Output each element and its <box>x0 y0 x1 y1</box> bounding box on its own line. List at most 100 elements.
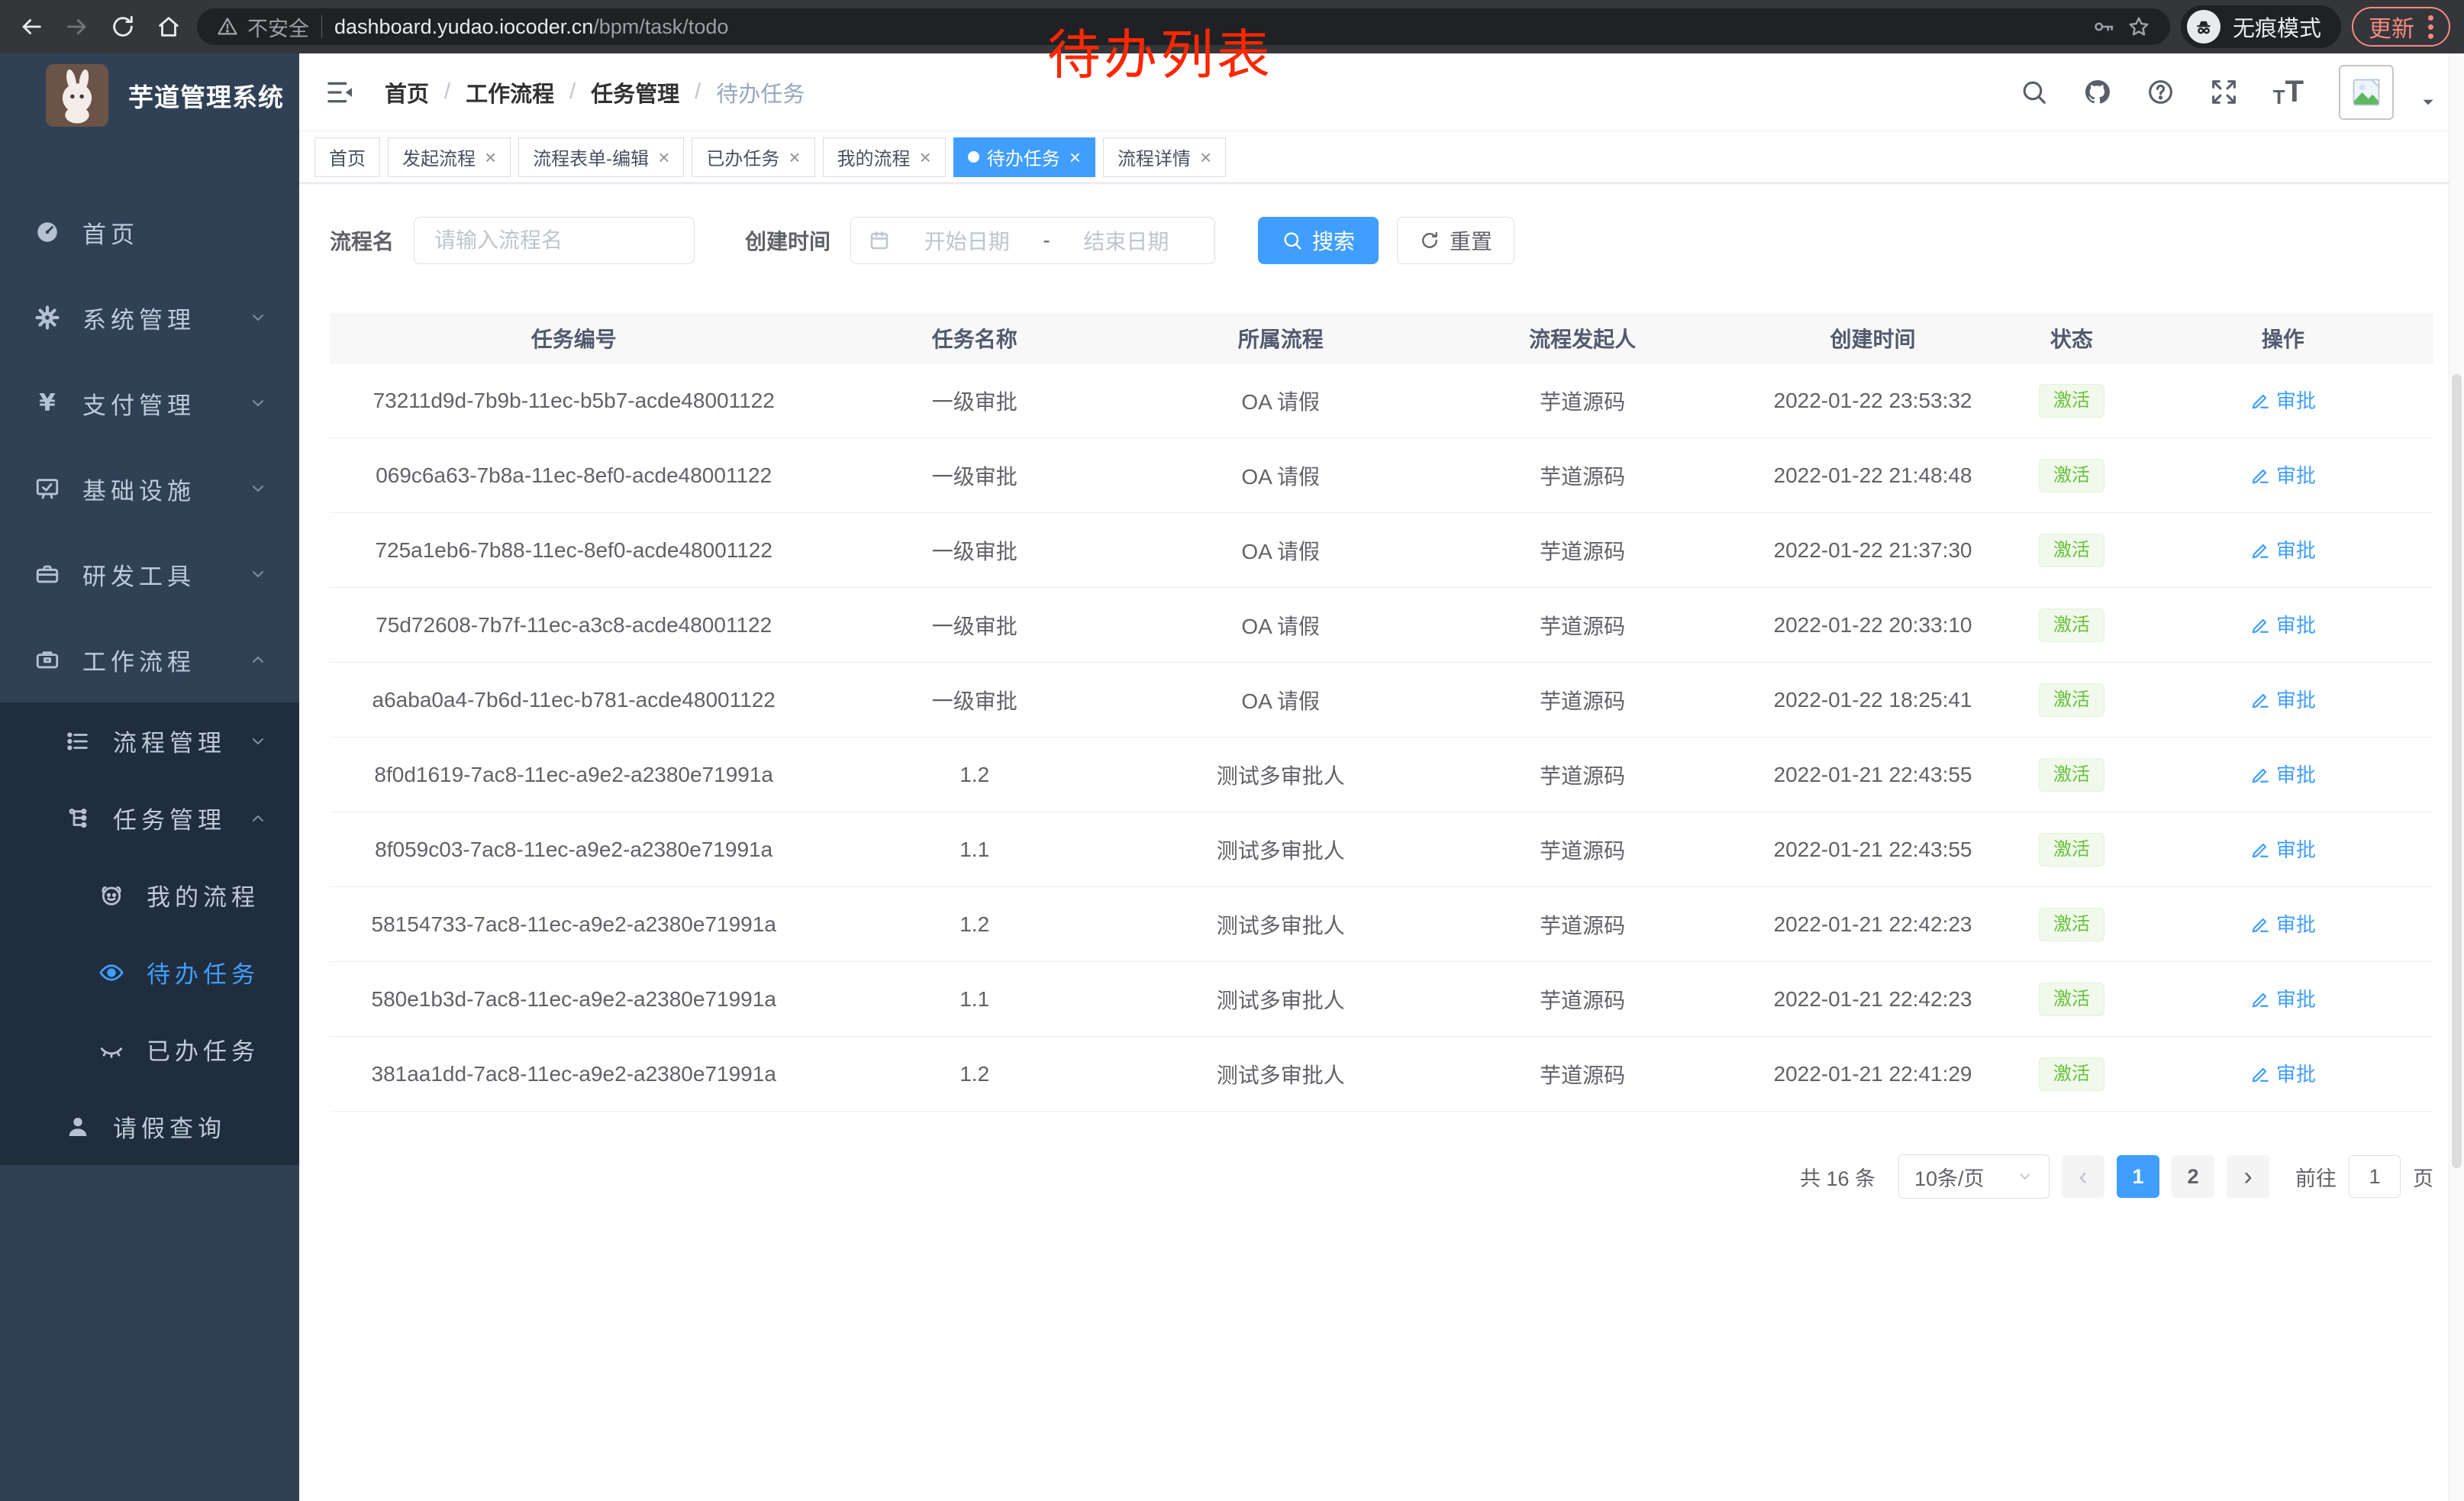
caret-down-icon[interactable] <box>2418 92 2438 112</box>
page-size-select[interactable]: 10条/页 <box>1898 1154 2050 1199</box>
approve-button[interactable]: 审批 <box>2250 1059 2316 1087</box>
approve-button[interactable]: 审批 <box>2250 834 2316 863</box>
table-row: 580e1b3d-7ac8-11ec-a9e2-a2380e71991a1.1测… <box>330 962 2433 1037</box>
refresh-icon <box>1419 230 1440 251</box>
cell-id: 580e1b3d-7ac8-11ec-a9e2-a2380e71991a <box>330 987 818 1012</box>
sidebar-item-payment[interactable]: ¥支付管理 <box>0 360 299 446</box>
home-icon[interactable] <box>151 9 186 44</box>
tab-close-icon[interactable]: × <box>658 147 669 167</box>
tab-首页[interactable]: 首页 <box>314 137 380 177</box>
user-icon <box>61 1114 95 1140</box>
end-date-placeholder[interactable]: 结束日期 <box>1055 225 1198 256</box>
cell-name: 1.1 <box>818 838 1131 862</box>
approve-button[interactable]: 审批 <box>2250 685 2316 713</box>
page-button[interactable]: 2 <box>2172 1155 2214 1198</box>
search-button[interactable]: 搜索 <box>1258 217 1379 264</box>
avatar[interactable] <box>2339 65 2394 120</box>
tab-close-icon[interactable]: × <box>920 147 931 167</box>
tab-流程详情[interactable]: 流程详情× <box>1103 137 1226 177</box>
tab-流程表单-编辑[interactable]: 流程表单-编辑 × <box>518 137 684 177</box>
cell-created: 2022-01-22 21:37:30 <box>1735 538 2011 563</box>
cell-created: 2022-01-21 22:42:23 <box>1735 987 2011 1012</box>
cell-process: OA 请假 <box>1131 386 1430 416</box>
fullscreen-icon[interactable] <box>2210 78 2238 106</box>
star-icon[interactable] <box>2127 15 2150 38</box>
sidebar-item-dev-tools[interactable]: 研发工具 <box>0 531 299 617</box>
sidebar-item-leave-query[interactable]: 请假查询 <box>0 1088 299 1165</box>
chevron-up-icon <box>249 809 267 828</box>
breadcrumb-item[interactable]: 工作流程 <box>466 76 554 108</box>
cell-process: 测试多审批人 <box>1131 984 1430 1015</box>
key-icon[interactable] <box>2092 15 2115 38</box>
approve-button[interactable]: 审批 <box>2250 460 2316 489</box>
back-icon[interactable] <box>14 9 49 44</box>
chevron-down-icon <box>249 479 267 498</box>
tab-close-icon[interactable]: × <box>1069 147 1081 167</box>
column-header: 所属流程 <box>1131 323 1430 353</box>
approve-button[interactable]: 审批 <box>2250 760 2316 788</box>
scrollbar-thumb[interactable] <box>2452 374 2462 1168</box>
browser-update-button[interactable]: 更新 <box>2352 7 2450 47</box>
sidebar-item-done-task[interactable]: 已办任务 <box>0 1011 299 1088</box>
status-badge: 激活 <box>2039 384 2104 418</box>
breadcrumb-separator: / <box>695 79 701 105</box>
prev-page-button[interactable]: ‹ <box>2062 1155 2104 1198</box>
tab-我的流程[interactable]: 我的流程× <box>823 137 946 177</box>
date-range-picker[interactable]: 开始日期 - 结束日期 <box>850 217 1215 264</box>
approve-button[interactable]: 审批 <box>2250 984 2316 1012</box>
approve-button[interactable]: 审批 <box>2250 535 2316 563</box>
approve-button[interactable]: 审批 <box>2250 386 2316 414</box>
tab-close-icon[interactable]: × <box>1200 147 1211 167</box>
sidebar-item-todo-task[interactable]: 待办任务 <box>0 934 299 1011</box>
start-date-placeholder[interactable]: 开始日期 <box>895 225 1038 256</box>
url-domain: dashboard.yudao.iocoder.cn <box>334 15 593 38</box>
tab-发起流程[interactable]: 发起流程× <box>388 137 511 177</box>
app-logo[interactable]: 芋道管理系统 <box>0 53 299 137</box>
tab-label: 首页 <box>329 144 366 170</box>
status-badge: 激活 <box>2039 758 2104 792</box>
help-icon[interactable] <box>2146 78 2175 106</box>
chevron-down-icon <box>249 732 267 750</box>
tab-label: 流程表单-编辑 <box>533 144 649 170</box>
warning-icon <box>217 16 238 37</box>
sidebar-collapse-icon[interactable] <box>325 77 356 108</box>
search-icon[interactable] <box>2020 78 2048 106</box>
next-page-button[interactable]: › <box>2227 1155 2269 1198</box>
sidebar-item-my-process[interactable]: 我的流程 <box>0 857 299 934</box>
tab-close-icon[interactable]: × <box>485 147 496 167</box>
pencil-icon <box>2250 914 2270 934</box>
process-name-input[interactable] <box>414 217 695 264</box>
window-scrollbar[interactable] <box>2449 53 2464 1501</box>
sidebar-item-system[interactable]: 系统管理 <box>0 275 299 360</box>
github-icon[interactable] <box>2083 78 2111 106</box>
page-button[interactable]: 1 <box>2117 1155 2159 1198</box>
cell-name: 一级审批 <box>818 535 1131 566</box>
goto-page-input[interactable] <box>2349 1155 2401 1198</box>
approve-button[interactable]: 审批 <box>2250 610 2316 638</box>
tab-待办任务[interactable]: 待办任务× <box>953 137 1095 177</box>
sidebar-item-home[interactable]: 首页 <box>0 189 299 275</box>
reset-button[interactable]: 重置 <box>1397 217 1514 264</box>
approve-label: 审批 <box>2276 760 2316 788</box>
column-header: 状态 <box>2011 323 2133 353</box>
cell-starter: 芋道源码 <box>1430 535 1735 566</box>
table-row: 381aa1dd-7ac8-11ec-a9e2-a2380e71991a1.2测… <box>330 1037 2433 1112</box>
forward-icon[interactable] <box>60 9 95 44</box>
pencil-icon <box>2250 839 2270 859</box>
tab-close-icon[interactable]: × <box>789 147 800 167</box>
tab-已办任务[interactable]: 已办任务× <box>692 137 814 177</box>
browser-menu-icon[interactable] <box>2428 15 2433 39</box>
breadcrumb-item[interactable]: 首页 <box>385 76 429 108</box>
sidebar-item-process-mgmt[interactable]: 流程管理 <box>0 702 299 780</box>
sidebar-item-task-mgmt[interactable]: 任务管理 <box>0 780 299 857</box>
toolbox-icon <box>31 561 64 587</box>
approve-button[interactable]: 审批 <box>2250 909 2316 938</box>
reload-icon[interactable] <box>105 9 140 44</box>
table-header-row: 任务编号任务名称所属流程流程发起人创建时间状态操作 <box>330 313 2433 363</box>
breadcrumb-item[interactable]: 任务管理 <box>591 76 679 108</box>
cell-process: OA 请假 <box>1131 460 1430 491</box>
font-size-icon[interactable]: TT <box>2273 75 2304 109</box>
cell-starter: 芋道源码 <box>1430 834 1735 865</box>
sidebar-item-workflow[interactable]: 工作流程 <box>0 617 299 702</box>
sidebar-item-infrastructure[interactable]: 基础设施 <box>0 446 299 531</box>
